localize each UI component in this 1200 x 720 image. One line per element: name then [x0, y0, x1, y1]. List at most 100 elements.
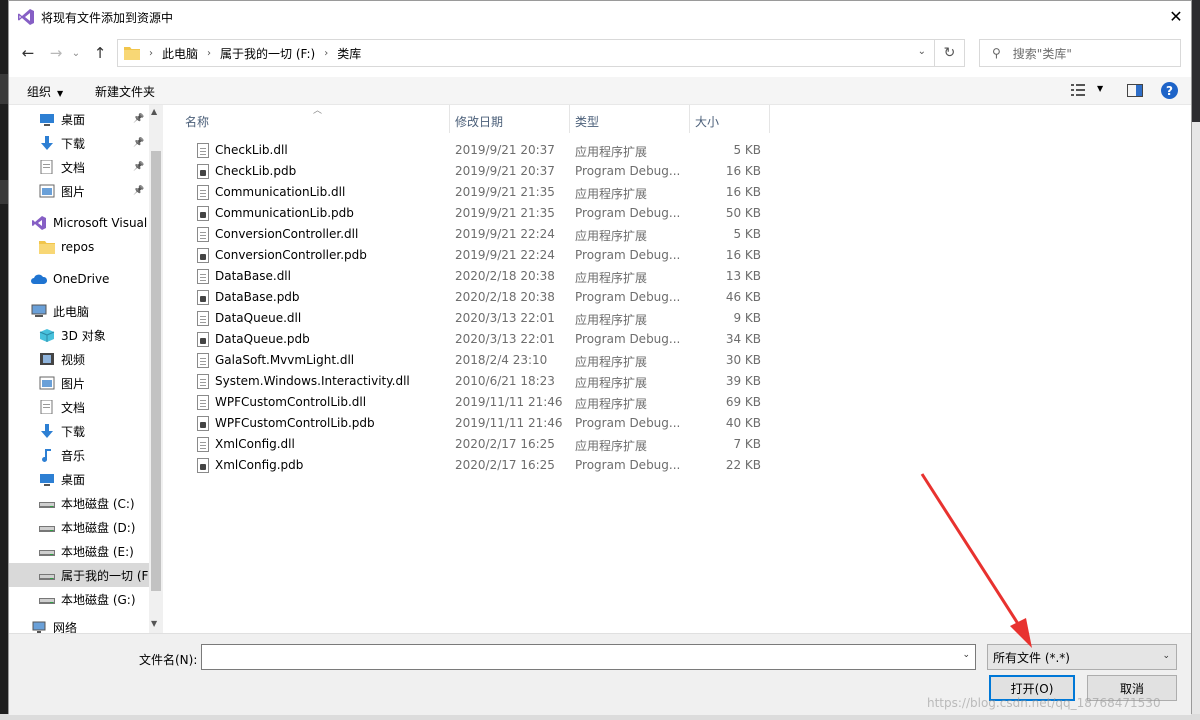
address-bar[interactable]: › 此电脑 › 属于我的一切 (F:) › 类库 ⌄ — [117, 39, 935, 67]
file-date: 2019/11/11 21:46 — [455, 395, 563, 409]
file-row[interactable]: ConversionController.pdb 2019/9/21 22:24 P… — [187, 245, 767, 266]
back-button[interactable]: ← — [17, 41, 39, 65]
nav-item[interactable]: Microsoft Visual — [9, 211, 149, 235]
breadcrumb-this-pc[interactable]: 此电脑 — [162, 45, 198, 62]
chevron-right-icon: › — [149, 47, 153, 59]
navigation-scrollbar[interactable]: ▲ ▼ — [149, 105, 163, 633]
search-input[interactable]: ⚲ 搜索"类库" — [979, 39, 1181, 67]
drive-icon — [39, 502, 55, 508]
file-row[interactable]: DataQueue.pdb 2020/3/13 22:01 Program Debu… — [187, 329, 767, 350]
column-header-type[interactable]: 类型 — [575, 113, 599, 130]
nav-item-label: 图片 — [61, 376, 86, 391]
nav-item-label: Microsoft Visual — [53, 216, 148, 230]
filename-input[interactable]: ⌄ — [201, 644, 976, 670]
file-row[interactable]: CheckLib.pdb 2019/9/21 20:37 Program Debug… — [187, 161, 767, 182]
nav-item[interactable]: 下载 — [9, 419, 149, 443]
nav-item[interactable]: 本地磁盘 (C:) — [9, 491, 149, 515]
refresh-button[interactable]: ↻ — [935, 39, 965, 67]
file-name: XmlConfig.dll — [215, 437, 295, 451]
dll-file-icon — [197, 311, 209, 326]
view-options-caret-icon[interactable]: ▼ — [1097, 84, 1103, 93]
file-row[interactable]: WPFCustomControlLib.dll 2019/11/11 21:46 应… — [187, 392, 767, 413]
address-dropdown-chevron-icon[interactable]: ⌄ — [918, 46, 926, 57]
nav-item[interactable]: 音乐 — [9, 443, 149, 467]
file-row[interactable]: DataBase.pdb 2020/2/18 20:38 Program Debug… — [187, 287, 767, 308]
nav-item[interactable]: 下载 📌 — [9, 131, 149, 155]
column-header-date[interactable]: 修改日期 — [455, 113, 503, 130]
folder-icon — [124, 47, 140, 60]
file-row[interactable]: GalaSoft.MvvmLight.dll 2018/2/4 23:10 应用程序… — [187, 350, 767, 371]
nav-item[interactable]: 视频 — [9, 347, 149, 371]
visual-studio-icon — [32, 216, 46, 230]
desktop-icon — [40, 474, 54, 486]
nav-item[interactable]: 桌面 📌 — [9, 107, 149, 131]
file-type: 应用程序扩展 — [575, 271, 648, 285]
nav-item[interactable]: 网络 — [9, 615, 149, 633]
nav-item[interactable]: 图片 📌 — [9, 179, 149, 203]
nav-item[interactable]: 本地磁盘 (D:) — [9, 515, 149, 539]
chevron-right-icon: › — [207, 47, 212, 59]
nav-item-label: repos — [61, 240, 95, 254]
file-row[interactable]: CheckLib.dll 2019/9/21 20:37 应用程序扩展 5 KB — [187, 140, 767, 161]
breadcrumb-class-library[interactable]: 类库 — [337, 45, 361, 62]
new-folder-button[interactable]: 新建文件夹 — [95, 83, 155, 100]
nav-item[interactable]: 属于我的一切 (F — [9, 563, 149, 587]
arrow-right-icon: → — [49, 44, 63, 62]
file-type-select[interactable]: 所有文件 (*.*) ⌄ — [987, 644, 1177, 670]
file-row[interactable]: XmlConfig.pdb 2020/2/17 16:25 Program Debu… — [187, 455, 767, 476]
file-row[interactable]: CommunicationLib.pdb 2019/9/21 21:35 Progr… — [187, 203, 767, 224]
background-window-left — [0, 0, 8, 720]
file-size: 13 KB — [725, 269, 761, 283]
help-icon[interactable]: ? — [1161, 82, 1178, 99]
nav-item-label: 文档 — [61, 160, 86, 175]
nav-item[interactable]: 本地磁盘 (G:) — [9, 587, 149, 611]
file-type: Program Debug... — [575, 164, 681, 178]
file-date: 2019/9/21 21:35 — [455, 206, 555, 220]
nav-item[interactable]: 3D 对象 — [9, 323, 149, 347]
dll-file-icon — [197, 395, 209, 410]
scrollbar-thumb[interactable] — [151, 151, 161, 591]
file-size: 34 KB — [725, 332, 761, 346]
nav-item[interactable]: repos — [9, 235, 149, 259]
video-icon — [40, 353, 54, 365]
nav-item[interactable]: 本地磁盘 (E:) — [9, 539, 149, 563]
dll-file-icon — [197, 437, 209, 452]
file-size: 16 KB — [725, 164, 761, 178]
nav-item[interactable]: 文档 — [9, 395, 149, 419]
preview-pane-icon[interactable] — [1127, 84, 1143, 97]
column-header-name[interactable]: 名称 — [185, 113, 209, 130]
view-options-icon[interactable] — [1071, 84, 1085, 96]
breadcrumb-drive-f[interactable]: 属于我的一切 (F:) — [220, 45, 315, 62]
file-row[interactable]: CommunicationLib.dll 2019/9/21 21:35 应用程序扩… — [187, 182, 767, 203]
file-type: 应用程序扩展 — [575, 145, 648, 159]
file-row[interactable]: DataQueue.dll 2020/3/13 22:01 应用程序扩展 9 KB — [187, 308, 767, 329]
column-header-size[interactable]: 大小 — [695, 113, 719, 130]
up-button[interactable]: ↑ — [89, 41, 111, 65]
file-row[interactable]: WPFCustomControlLib.pdb 2019/11/11 21:46 P… — [187, 413, 767, 434]
file-row[interactable]: XmlConfig.dll 2020/2/17 16:25 应用程序扩展 7 KB — [187, 434, 767, 455]
recent-locations-button[interactable]: ⌄ — [69, 41, 83, 65]
navigation-pane: ▲ ▼ 桌面 📌 下载 📌 文档 📌 图片 📌 Microsoft Visual repos One… — [9, 105, 163, 633]
nav-item[interactable]: OneDrive — [9, 267, 149, 291]
file-row[interactable]: ConversionController.dll 2019/9/21 22:24 应… — [187, 224, 767, 245]
download-icon — [41, 424, 53, 438]
file-name: WPFCustomControlLib.pdb — [215, 416, 375, 430]
close-button[interactable]: ✕ — [1161, 1, 1191, 31]
file-row[interactable]: DataBase.dll 2020/2/18 20:38 应用程序扩展 13 KB — [187, 266, 767, 287]
file-date: 2020/3/13 22:01 — [455, 332, 555, 346]
nav-item[interactable]: 图片 — [9, 371, 149, 395]
chevron-down-icon[interactable]: ⌄ — [962, 650, 970, 660]
file-row[interactable]: System.Windows.Interactivity.dll 2010/6/2… — [187, 371, 767, 392]
scroll-up-icon[interactable]: ▲ — [151, 107, 157, 116]
drive-icon — [39, 598, 55, 604]
scroll-down-icon[interactable]: ▼ — [151, 619, 157, 628]
forward-button[interactable]: → — [45, 41, 67, 65]
nav-item-label: 音乐 — [61, 448, 86, 463]
nav-item[interactable]: 此电脑 — [9, 299, 149, 323]
nav-item-label: 属于我的一切 (F — [61, 568, 149, 583]
sort-ascending-icon: ︿ — [313, 106, 323, 116]
add-existing-file-dialog: 将现有文件添加到资源中 ✕ ← → ⌄ ↑ › 此电脑 › 属于我的一切 (F:… — [8, 0, 1192, 715]
organize-menu-button[interactable]: 组织 ▼ — [27, 83, 63, 100]
nav-item[interactable]: 文档 📌 — [9, 155, 149, 179]
nav-item[interactable]: 桌面 — [9, 467, 149, 491]
